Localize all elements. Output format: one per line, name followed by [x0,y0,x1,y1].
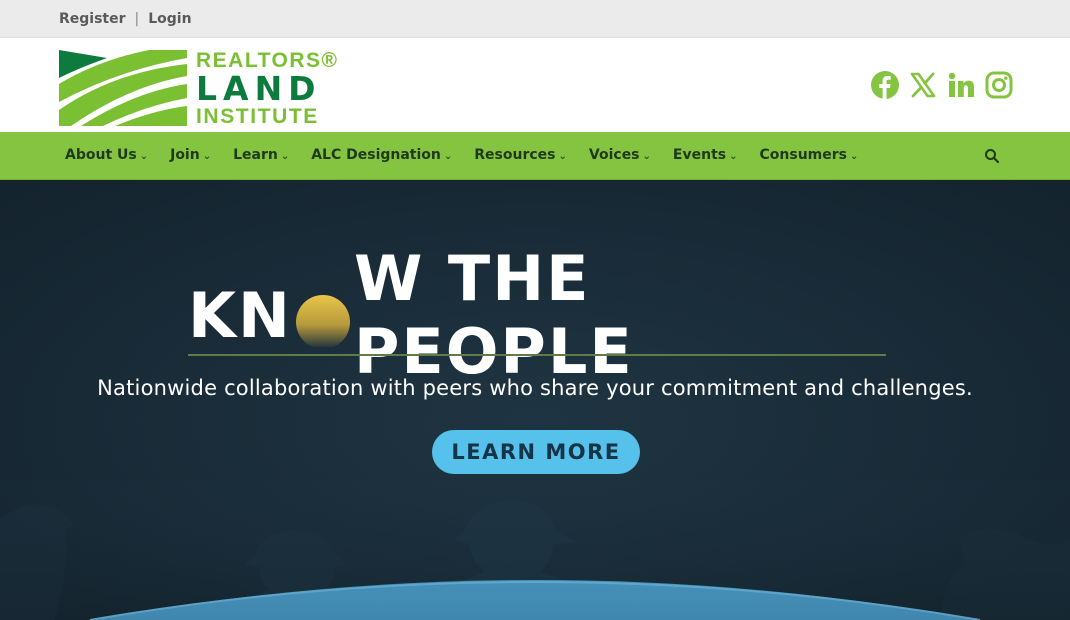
chevron-down-icon: ⌄ [443,150,453,162]
logo-wordmark: REALTORS® LAND INSTITUTE [196,50,339,128]
nav-item-label: Consumers [759,147,847,163]
main-nav: About Us ⌄ Join ⌄ Learn ⌄ ALC Designatio… [0,132,1070,180]
logo-line-land: LAND [196,69,322,108]
hero-divider [188,354,886,356]
nav-item-join[interactable]: Join ⌄ [170,147,211,163]
linkedin-icon[interactable] [946,70,976,100]
hero-title-part1: KN [188,278,292,352]
nav-item-alc-designation[interactable]: ALC Designation ⌄ [311,147,452,163]
utility-links: Register | Login [59,11,192,27]
chevron-down-icon: ⌄ [202,150,212,162]
people-silhouettes-image [0,480,1070,620]
search-icon[interactable] [984,148,1000,164]
site-logo[interactable]: REALTORS® LAND INSTITUTE [59,50,341,128]
field-logo-icon [59,50,187,126]
hero-subtitle: Nationwide collaboration with peers who … [97,376,973,400]
chevron-down-icon: ⌄ [642,150,651,162]
nav-items: About Us ⌄ Join ⌄ Learn ⌄ ALC Designatio… [65,147,858,163]
chevron-down-icon: ⌄ [729,150,738,162]
rising-sun-icon [294,289,352,349]
nav-item-label: ALC Designation [311,147,441,163]
register-link[interactable]: Register [59,11,126,27]
x-icon[interactable] [908,70,938,100]
nav-item-label: Learn [233,147,278,163]
chevron-down-icon: ⌄ [280,150,290,162]
hero-title-part2: W THE PEOPLE [353,242,634,388]
nav-item-learn[interactable]: Learn ⌄ [233,147,289,163]
login-link[interactable]: Login [148,11,191,27]
social-links [870,70,1014,100]
hero-banner: KN W THE PEOPLE Nationwide collaboration… [0,180,1070,620]
nav-item-label: Voices [588,147,640,163]
chevron-down-icon: ⌄ [139,150,149,162]
nav-item-label: About Us [65,147,137,163]
chevron-down-icon: ⌄ [849,150,859,162]
utility-separator: | [134,11,140,27]
nav-item-label: Join [170,147,200,163]
nav-item-label: Events [672,147,727,163]
nav-item-about-us[interactable]: About Us ⌄ [65,147,148,163]
nav-item-voices[interactable]: Voices ⌄ [589,147,651,163]
learn-more-button[interactable]: LEARN MORE [432,430,640,474]
nav-item-consumers[interactable]: Consumers ⌄ [760,147,859,163]
utility-bar: Register | Login [0,0,1070,38]
nav-item-events[interactable]: Events ⌄ [673,147,738,163]
site-header: REALTORS® LAND INSTITUTE [0,38,1070,132]
nav-item-resources[interactable]: Resources ⌄ [474,147,567,163]
chevron-down-icon: ⌄ [558,150,567,162]
hero-title: KN W THE PEOPLE [188,242,886,388]
nav-item-label: Resources [474,147,556,163]
instagram-icon[interactable] [984,70,1014,100]
facebook-icon[interactable] [870,70,900,100]
logo-line-institute: INSTITUTE [196,105,319,128]
